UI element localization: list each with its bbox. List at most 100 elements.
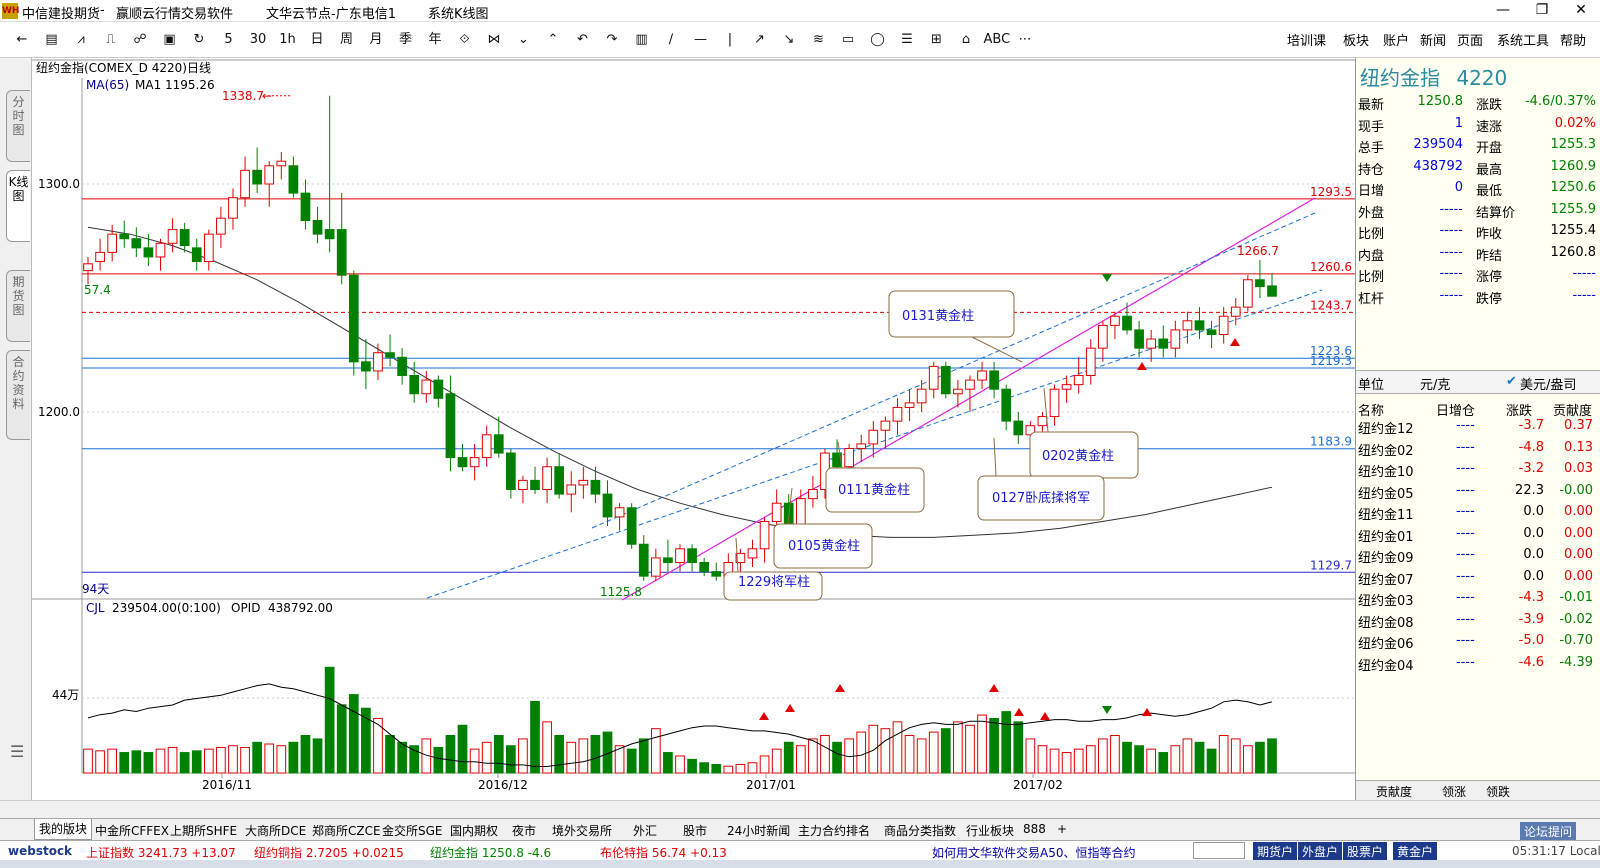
toolbar-tool-7[interactable]: 5 — [217, 30, 241, 50]
toolbar-tool-8[interactable]: 30 — [246, 30, 270, 50]
account-button-3[interactable]: 黄金户 — [1393, 842, 1438, 860]
market-tab-6[interactable]: 国内期权 — [450, 822, 498, 839]
table-row[interactable]: 纽约金11 ---- 0.0 0.00 — [1356, 504, 1600, 526]
unit-value[interactable]: 元/克 — [1420, 374, 1450, 393]
index-ticker[interactable]: 上证指数 3241.73 +13.07 — [86, 844, 236, 861]
market-tab-14[interactable]: 行业板块 — [966, 822, 1014, 839]
index-ticker[interactable]: 纽约金指 1250.8 -4.6 — [430, 844, 551, 861]
toolbar-tool-11[interactable]: 周 — [335, 30, 359, 50]
status-input[interactable] — [1193, 842, 1245, 859]
tab-contrib[interactable]: 贡献度 — [1376, 783, 1412, 800]
chart-scrollbar[interactable] — [0, 800, 1600, 818]
menu-item-2[interactable]: 账户 — [1383, 30, 1409, 49]
toolbar-tool-22[interactable]: ∕ — [659, 30, 683, 50]
market-tab-13[interactable]: 商品分类指数 — [884, 822, 956, 839]
menu-item-6[interactable]: 帮助 — [1560, 30, 1586, 49]
market-tab-12[interactable]: 主力合约排名 — [798, 822, 870, 839]
toolbar-tool-6[interactable]: ↻ — [187, 30, 211, 50]
table-row[interactable]: 纽约金10 ---- -3.2 0.03 — [1356, 461, 1600, 483]
col-change[interactable]: 涨跌 — [1506, 400, 1532, 419]
market-tab-0[interactable]: 我的版块 — [34, 819, 93, 840]
tab-futures[interactable]: 期货图 — [6, 270, 30, 342]
forum-button[interactable]: 论坛提问 — [1520, 822, 1577, 840]
table-row[interactable]: 纽约金08 ---- -3.9 -0.02 — [1356, 612, 1600, 634]
toolbar-tool-33[interactable]: ABC — [984, 30, 1011, 50]
table-row[interactable]: 纽约金03 ---- -4.3 -0.01 — [1356, 590, 1600, 612]
kline-chart-svg[interactable]: 纽约金指(COMEX_D 4220)日线 MA(65) MA1 1195.26 … — [32, 58, 1355, 800]
kline-chart-area[interactable]: 纽约金指(COMEX_D 4220)日线 MA(65) MA1 1195.26 … — [32, 58, 1355, 800]
news-ticker[interactable]: 如何用文华软件交易A50、恒指等合约 — [932, 844, 1135, 861]
col-name[interactable]: 名称 — [1358, 400, 1384, 419]
toolbar-tool-10[interactable]: 日 — [305, 30, 329, 50]
toolbar-tool-34[interactable]: ⋯ — [1013, 30, 1037, 50]
toolbar-tool-2[interactable]: ⩘ — [69, 30, 93, 50]
maximize-icon[interactable]: ❐ — [1527, 2, 1557, 18]
toolbar-tool-18[interactable]: ⌃ — [541, 30, 565, 50]
minimize-icon[interactable]: — — [1488, 2, 1518, 18]
table-row[interactable]: 纽约金05 ---- 22.3 -0.00 — [1356, 483, 1600, 505]
unit-usd[interactable]: 美元/盎司 — [1520, 374, 1576, 393]
market-tab-8[interactable]: 境外交易所 — [552, 822, 612, 839]
account-button-1[interactable]: 外盘户 — [1298, 842, 1343, 860]
toolbar-tool-26[interactable]: ↘ — [777, 30, 801, 50]
toolbar-tool-28[interactable]: ▭ — [836, 30, 860, 50]
index-ticker[interactable]: 纽约铜指 2.7205 +0.0215 — [254, 844, 404, 861]
table-row[interactable]: 纽约金12 ---- -3.7 0.37 — [1356, 418, 1600, 440]
menu-item-3[interactable]: 新闻 — [1420, 30, 1446, 49]
toolbar-tool-20[interactable]: ↷ — [600, 30, 624, 50]
market-tab-11[interactable]: 24小时新闻 — [727, 822, 790, 839]
table-row[interactable]: 纽约金04 ---- -4.6 -4.39 — [1356, 655, 1600, 677]
table-row[interactable]: 纽约金01 ---- 0.0 0.00 — [1356, 526, 1600, 548]
toolbar-tool-25[interactable]: ↗ — [748, 30, 772, 50]
toolbar-tool-21[interactable]: ▥ — [630, 30, 654, 50]
toolbar-tool-30[interactable]: ☰ — [895, 30, 919, 50]
tab-top-gainers[interactable]: 领涨 — [1442, 783, 1466, 800]
menu-item-4[interactable]: 页面 — [1457, 30, 1483, 49]
menu-icon[interactable]: ☰ — [10, 742, 24, 761]
toolbar-tool-14[interactable]: 年 — [423, 30, 447, 50]
toolbar-tool-24[interactable]: | — [718, 30, 742, 50]
market-tab-7[interactable]: 夜市 — [512, 822, 536, 839]
menu-item-1[interactable]: 板块 — [1343, 30, 1369, 49]
market-tab-10[interactable]: 股市 — [683, 822, 707, 839]
toolbar-tool-32[interactable]: ⌂ — [954, 30, 978, 50]
market-tab-9[interactable]: 外汇 — [633, 822, 657, 839]
market-tab-2[interactable]: 上期所SHFE — [170, 822, 237, 839]
menu-item-5[interactable]: 系统工具 — [1497, 30, 1549, 49]
toolbar-tool-3[interactable]: ⎍ — [99, 30, 123, 50]
toolbar-tool-19[interactable]: ↶ — [571, 30, 595, 50]
toolbar-tool-17[interactable]: ⌄ — [512, 30, 536, 50]
tab-kline[interactable]: K线图 — [6, 170, 30, 242]
col-oi[interactable]: 日增仓 — [1436, 400, 1475, 419]
tab-contract-info[interactable]: 合约资料 — [6, 350, 30, 440]
table-row[interactable]: 纽约金02 ---- -4.8 0.13 — [1356, 440, 1600, 462]
menu-item-0[interactable]: 培训课 — [1287, 30, 1326, 49]
toolbar-tool-13[interactable]: 季 — [394, 30, 418, 50]
toolbar-tool-27[interactable]: ≋ — [807, 30, 831, 50]
account-button-0[interactable]: 期货户 — [1253, 842, 1298, 860]
toolbar-tool-5[interactable]: ▣ — [158, 30, 182, 50]
add-tab-button[interactable]: + — [1057, 822, 1067, 836]
toolbar-tool-15[interactable]: ⟐ — [453, 30, 477, 50]
toolbar-tool-31[interactable]: ⊞ — [925, 30, 949, 50]
tab-timeshare[interactable]: 分时图 — [6, 90, 30, 162]
market-tab-1[interactable]: 中金所CFFEX — [95, 822, 169, 839]
toolbar-tool-29[interactable]: ◯ — [866, 30, 890, 50]
toolbar-tool-23[interactable]: — — [689, 30, 713, 50]
toolbar-tool-0[interactable]: ← — [10, 30, 34, 50]
market-tab-15[interactable]: 888 — [1023, 822, 1046, 836]
toolbar-tool-4[interactable]: ☍ — [128, 30, 152, 50]
table-row[interactable]: 纽约金06 ---- -5.0 -0.70 — [1356, 633, 1600, 655]
account-button-2[interactable]: 股票户 — [1343, 842, 1388, 860]
table-row[interactable]: 纽约金09 ---- 0.0 0.00 — [1356, 547, 1600, 569]
market-tab-3[interactable]: 大商所DCE — [245, 822, 306, 839]
market-tab-4[interactable]: 郑商所CZCE — [312, 822, 381, 839]
toolbar-tool-1[interactable]: ▤ — [40, 30, 64, 50]
col-contrib[interactable]: 贡献度 — [1553, 400, 1592, 419]
checkmark-icon[interactable]: ✔ — [1506, 374, 1517, 389]
toolbar-tool-12[interactable]: 月 — [364, 30, 388, 50]
close-icon[interactable]: ✕ — [1566, 2, 1596, 18]
market-tab-5[interactable]: 金交所SGE — [382, 822, 443, 839]
toolbar-tool-16[interactable]: ⋈ — [482, 30, 506, 50]
index-ticker[interactable]: 布伦特指 56.74 +0.13 — [600, 844, 727, 861]
